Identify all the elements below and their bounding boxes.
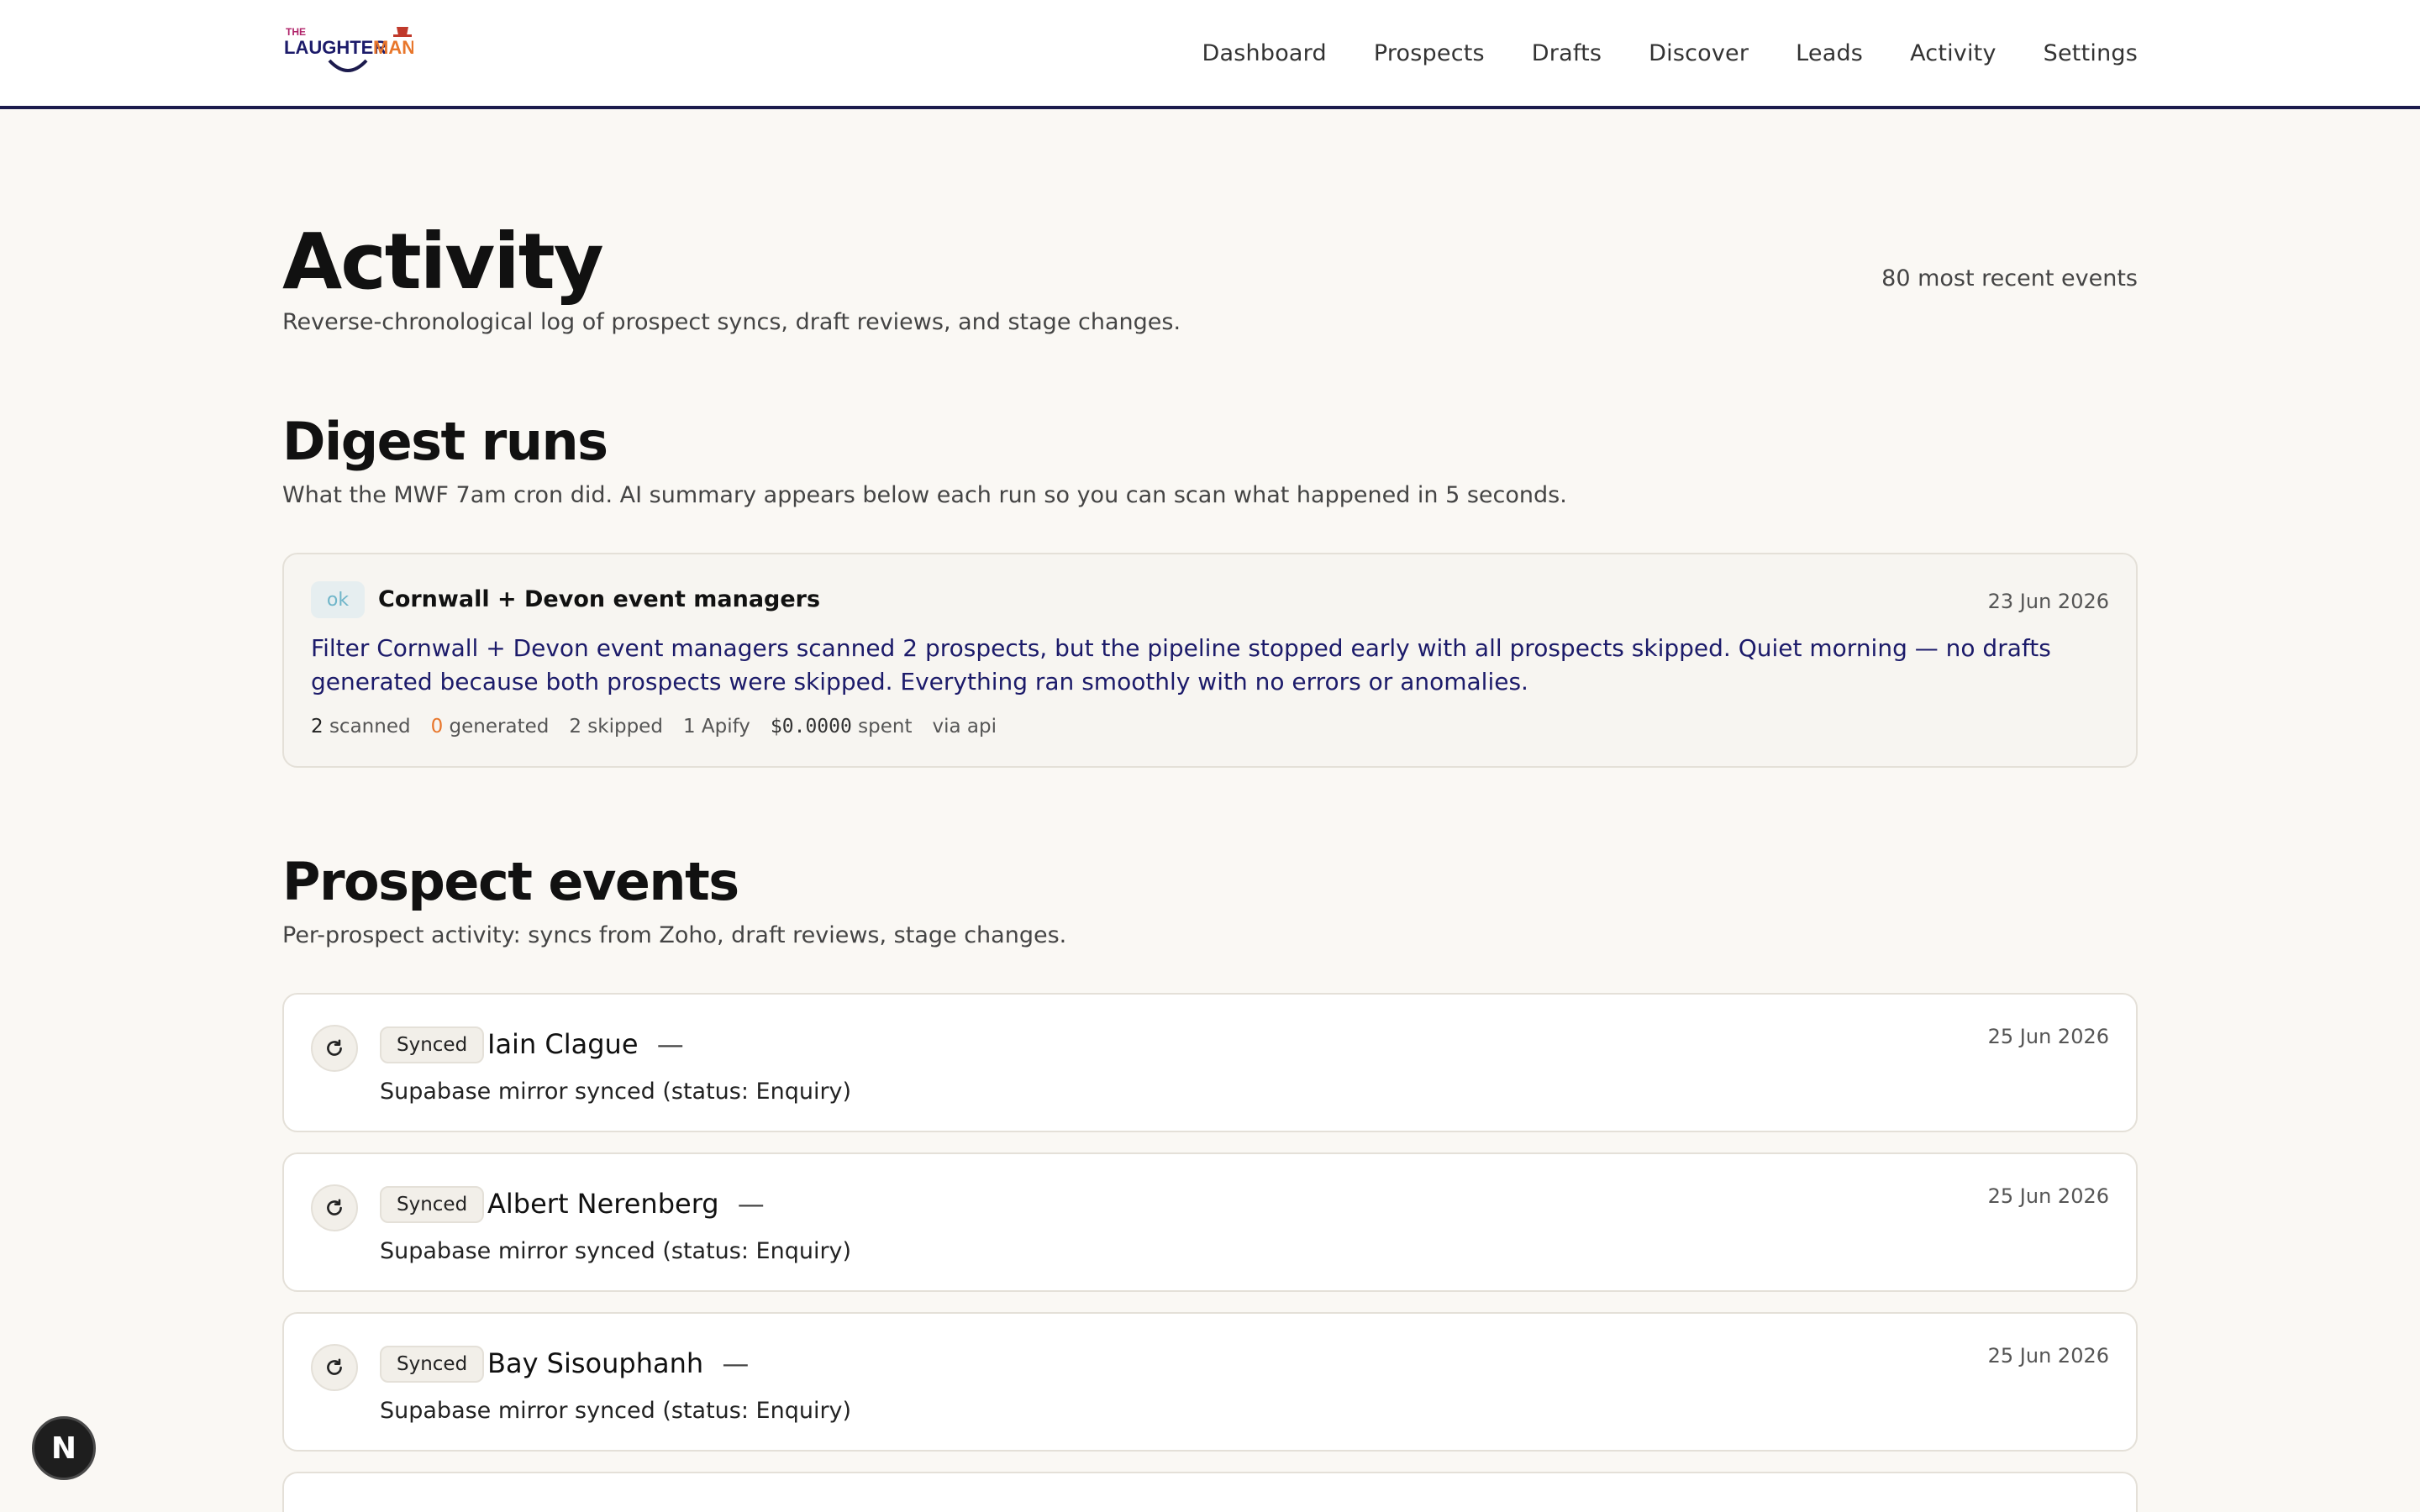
refresh-icon [311,1025,358,1072]
event-card-partial[interactable] [282,1472,2138,1512]
event-description: Supabase mirror synced (status: Enquiry) [380,1238,852,1264]
digest-run-name: Cornwall + Devon event managers [378,586,821,612]
nav-settings[interactable]: Settings [2044,40,2138,66]
nav-discover[interactable]: Discover [1649,40,1749,66]
stat-skipped: 2 skipped [569,716,663,738]
event-description: Supabase mirror synced (status: Enquiry) [380,1398,852,1424]
brand-logo[interactable]: THE LAUGHTER MAN [282,24,413,84]
dev-tools-button[interactable]: N [32,1416,96,1480]
page-title: Activity [282,217,604,307]
event-type-badge: Synced [380,1186,485,1223]
event-date: 25 Jun 2026 [1987,1344,2109,1368]
svg-text:LAUGHTER: LAUGHTER [284,37,387,58]
nav-prospects[interactable]: Prospects [1374,40,1485,66]
stat-generated: 0 generated [430,716,550,738]
event-card[interactable]: Synced Bay Sisouphanh — Supabase mirror … [282,1312,2138,1452]
prospect-name[interactable]: Albert Nerenberg — [487,1188,765,1220]
digest-run-card[interactable]: ok Cornwall + Devon event managers 23 Ju… [282,553,2138,768]
digest-run-date: 23 Jun 2026 [1987,590,2109,613]
prospect-name[interactable]: Iain Clague — [487,1028,684,1060]
svg-text:MAN: MAN [373,37,413,58]
nav-drafts[interactable]: Drafts [1532,40,1602,66]
recent-events-count: 80 most recent events [1881,265,2138,291]
main-nav: Dashboard Prospects Drafts Discover Lead… [1202,0,2138,106]
events-section-title: Prospect events [282,851,739,912]
laughter-man-logo-icon: THE LAUGHTER MAN [282,24,413,84]
event-card[interactable]: Synced Albert Nerenberg — Supabase mirro… [282,1152,2138,1292]
digest-stats: 2 scanned 0 generated 2 skipped 1 Apify … [311,716,997,738]
svg-text:THE: THE [286,26,306,38]
event-card[interactable]: Synced Iain Clague — Supabase mirror syn… [282,993,2138,1132]
digest-section-subtitle: What the MWF 7am cron did. AI summary ap… [282,482,1567,508]
page-subtitle: Reverse-chronological log of prospect sy… [282,309,1181,335]
event-date: 25 Jun 2026 [1987,1025,2109,1048]
stat-spent: $0.0000 spent [770,716,913,738]
nav-activity[interactable]: Activity [1910,40,1996,66]
event-type-badge: Synced [380,1026,485,1063]
digest-ai-summary: Filter Cornwall + Devon event managers s… [311,634,2051,696]
stat-apify: 1 Apify [682,716,750,738]
nav-dashboard[interactable]: Dashboard [1202,40,1327,66]
top-navbar: THE LAUGHTER MAN Dashboard Prospects Dra… [0,0,2420,109]
status-badge: ok [311,581,365,618]
event-type-badge: Synced [380,1346,485,1383]
prospect-name[interactable]: Bay Sisouphanh — [487,1347,749,1379]
stat-via: via api [932,716,997,738]
event-description: Supabase mirror synced (status: Enquiry) [380,1079,852,1105]
refresh-icon [311,1184,358,1231]
stat-scanned: 2 scanned [311,716,411,738]
refresh-icon [311,1344,358,1391]
digest-section-title: Digest runs [282,411,608,472]
event-date: 25 Jun 2026 [1987,1184,2109,1208]
events-section-subtitle: Per-prospect activity: syncs from Zoho, … [282,922,1067,948]
nav-leads[interactable]: Leads [1796,40,1863,66]
